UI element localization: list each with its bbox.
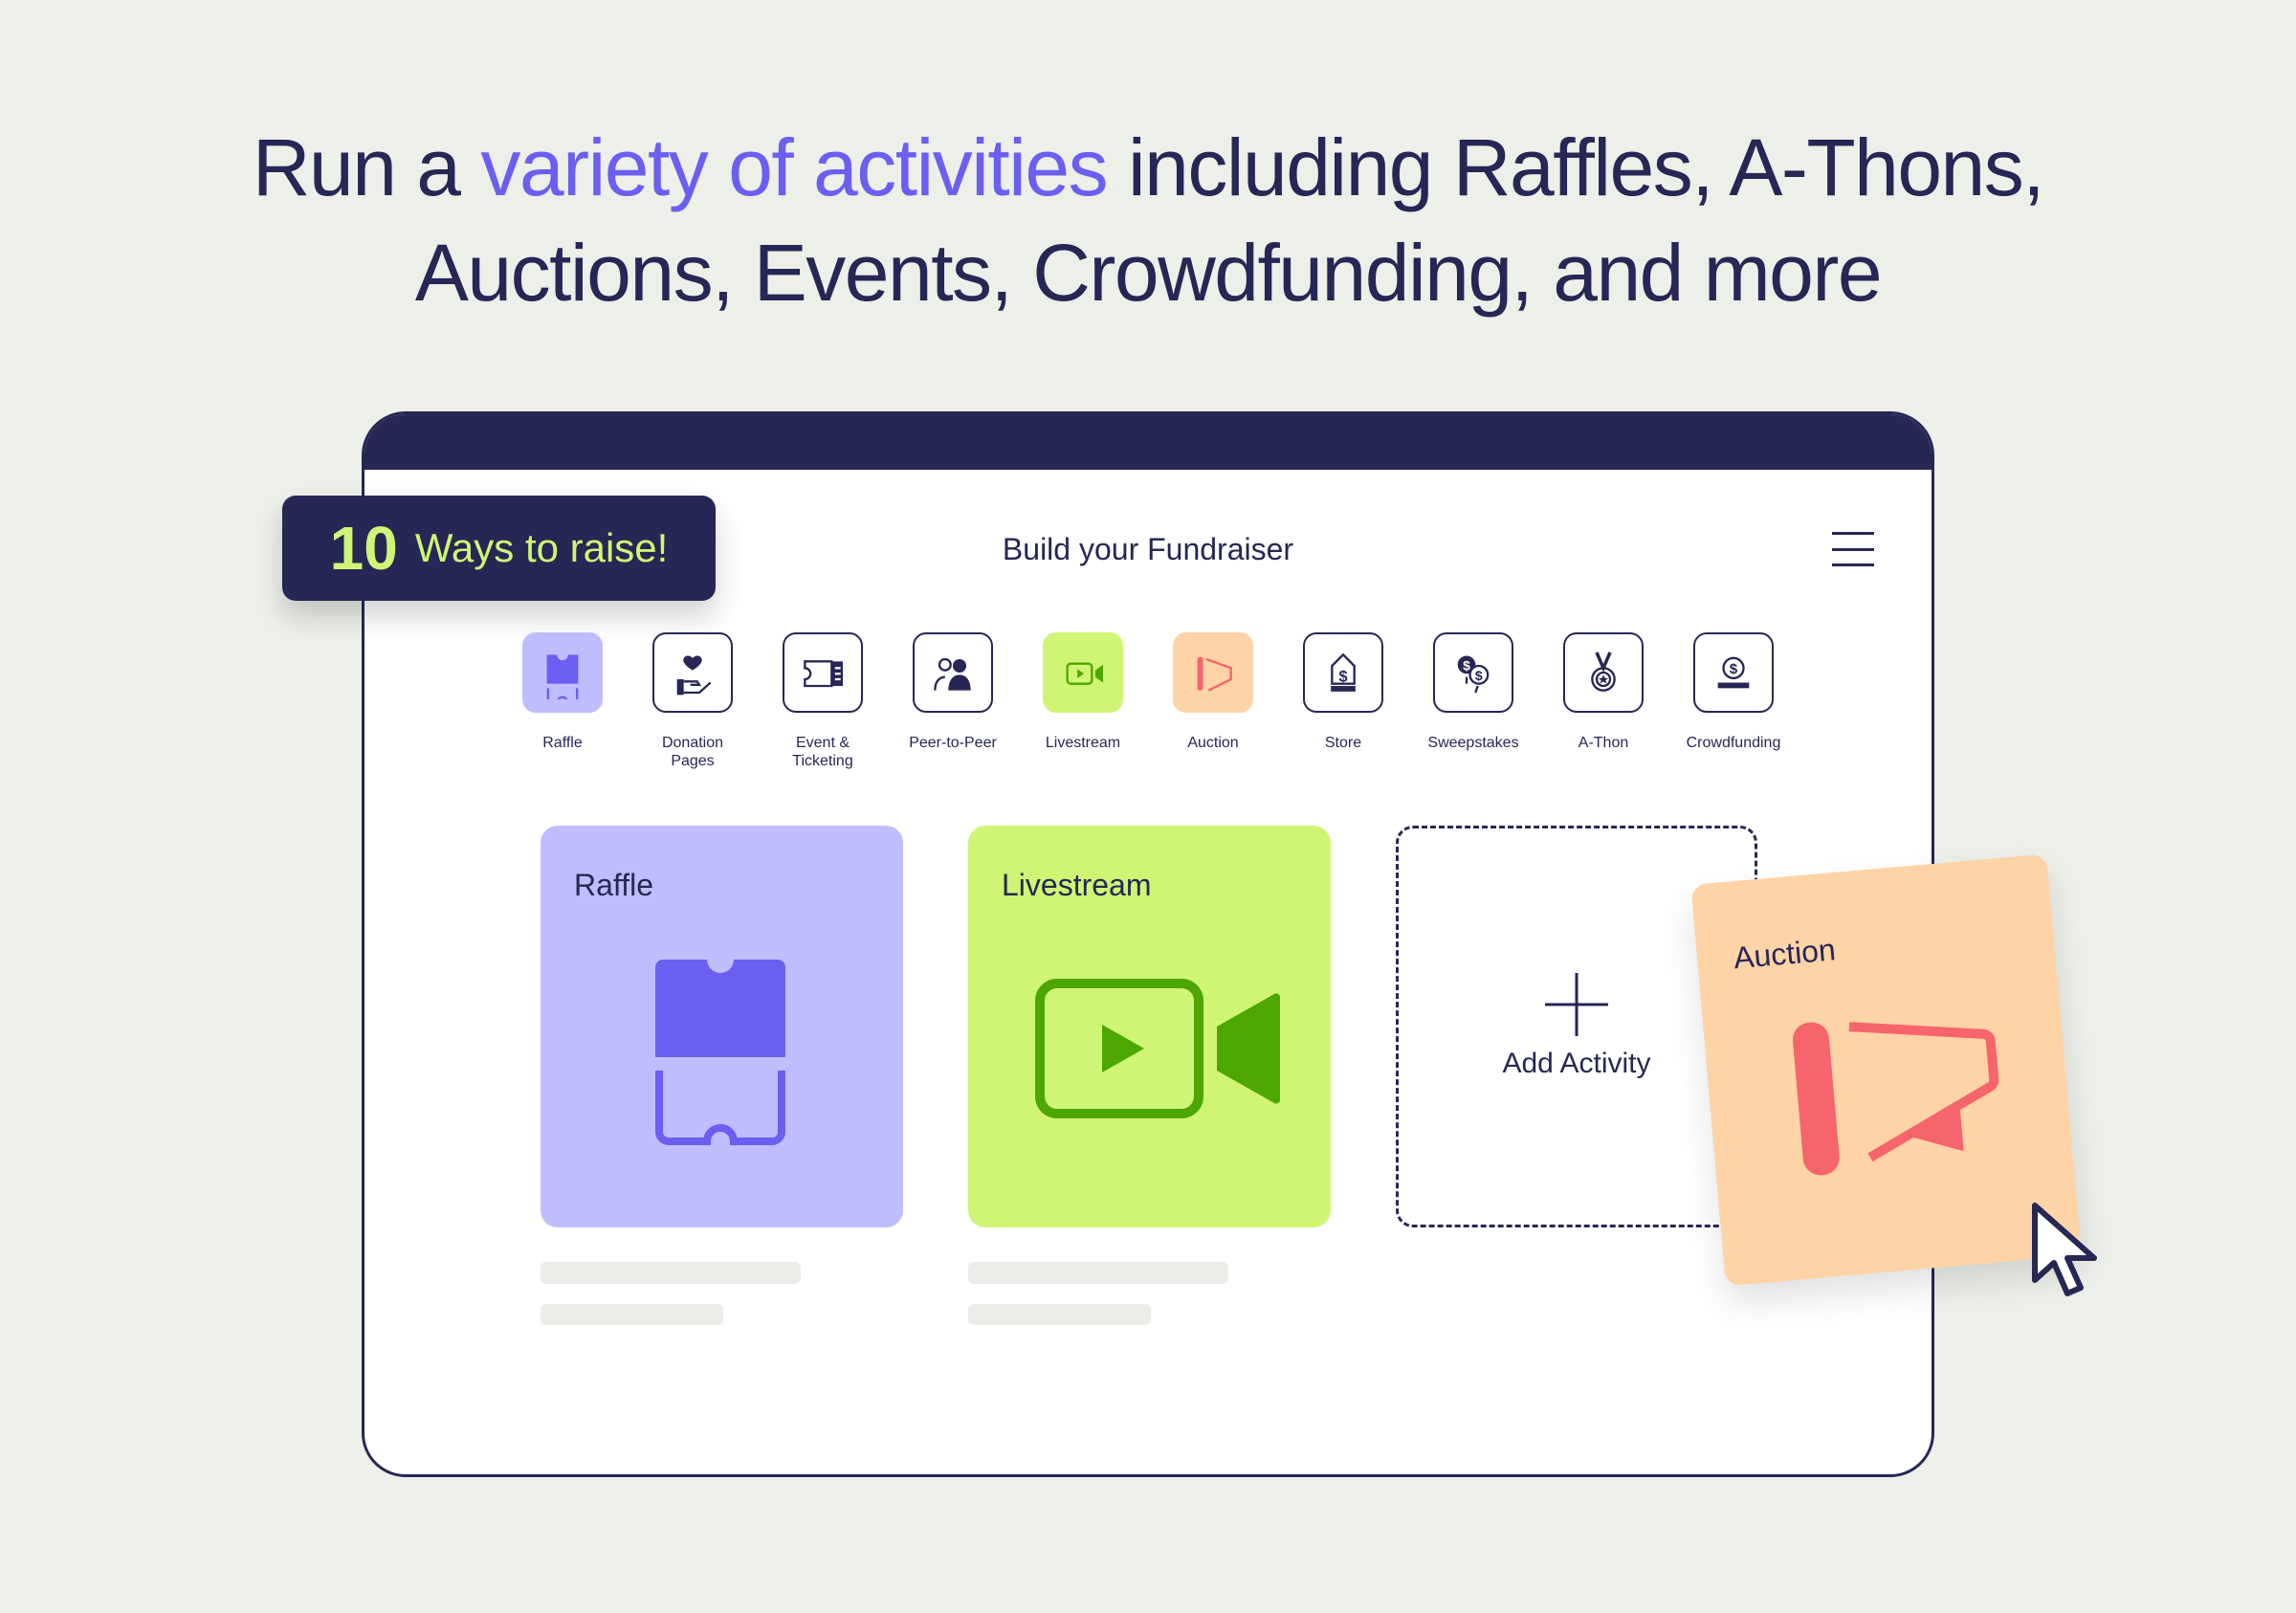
megaphone-icon bbox=[1197, 656, 1232, 692]
activity-tile[interactable] bbox=[1563, 632, 1644, 713]
activity-auction[interactable]: Auction bbox=[1148, 632, 1278, 770]
placeholder-line bbox=[968, 1262, 1228, 1284]
activity-tile[interactable] bbox=[1173, 632, 1253, 713]
activity-label: Sweepstakes bbox=[1427, 735, 1519, 751]
activity-livestream[interactable]: Livestream bbox=[1018, 632, 1148, 770]
activity-label: Donation Pages bbox=[661, 735, 724, 769]
activity-tile[interactable] bbox=[652, 632, 733, 713]
event-ticket-icon bbox=[804, 660, 843, 688]
activity-tile[interactable] bbox=[783, 632, 863, 713]
ticket-icon bbox=[546, 654, 579, 699]
price-tag-icon: $ bbox=[1331, 652, 1356, 692]
activity-peer-to-peer[interactable]: Peer-to-Peer bbox=[888, 632, 1018, 770]
video-camera-icon bbox=[1066, 662, 1103, 685]
ticket-icon bbox=[655, 960, 785, 1145]
svg-text:$: $ bbox=[1338, 668, 1347, 685]
activity-crowdfunding[interactable]: $ Crowdfunding bbox=[1668, 632, 1799, 770]
plus-icon bbox=[1545, 973, 1608, 1036]
activity-label: Raffle bbox=[542, 735, 583, 751]
activity-label: Livestream bbox=[1045, 735, 1121, 751]
svg-text:$: $ bbox=[1475, 668, 1483, 683]
card-title: Auction bbox=[1732, 932, 1838, 976]
activity-label: Crowdfunding bbox=[1686, 735, 1781, 751]
headline-accent: variety of activities bbox=[480, 122, 1108, 212]
headline-text: Run a bbox=[252, 122, 481, 212]
livestream-card[interactable]: Livestream bbox=[968, 826, 1331, 1227]
medal-icon bbox=[1591, 652, 1616, 692]
svg-text:$: $ bbox=[1730, 661, 1738, 677]
activity-picker: Raffle Donation Pages Event & Ticketing Pee… bbox=[497, 632, 1799, 770]
raffle-card[interactable]: Raffle bbox=[541, 826, 903, 1227]
activity-event-ticketing[interactable]: Event & Ticketing bbox=[758, 632, 888, 770]
headline-text: including Raffles, A-Thons, bbox=[1107, 122, 2045, 212]
window-titlebar bbox=[364, 414, 1932, 470]
activity-tile[interactable]: $ $ bbox=[1433, 632, 1513, 713]
activity-donation-pages[interactable]: Donation Pages bbox=[628, 632, 758, 770]
activity-label: A-Thon bbox=[1578, 735, 1629, 751]
video-camera-icon bbox=[1035, 979, 1281, 1118]
activity-label: Peer-to-Peer bbox=[909, 735, 997, 751]
activity-tile[interactable]: $ bbox=[1693, 632, 1774, 713]
card-title: Raffle bbox=[574, 868, 654, 902]
coins-icon: $$ bbox=[1457, 655, 1490, 694]
activity-a-thon[interactable]: A-Thon bbox=[1538, 632, 1668, 770]
svg-text:$: $ bbox=[1463, 658, 1470, 674]
headline-line2: Auctions, Events, Crowdfunding, and more bbox=[414, 228, 1883, 318]
card-title: Livestream bbox=[1002, 868, 1152, 902]
activity-tile[interactable] bbox=[1043, 632, 1123, 713]
activity-store[interactable]: $ Store bbox=[1278, 632, 1408, 770]
hand-heart-icon bbox=[676, 655, 712, 696]
placeholder-line bbox=[541, 1304, 723, 1325]
coin-stack-icon: $ bbox=[1717, 656, 1750, 689]
placeholder-line bbox=[541, 1262, 801, 1284]
add-activity-label: Add Activity bbox=[1502, 1048, 1651, 1079]
mouse-cursor-icon bbox=[2032, 1203, 2097, 1296]
activity-raffle[interactable]: Raffle bbox=[497, 632, 628, 770]
activity-label: Auction bbox=[1187, 735, 1239, 751]
page-title: Build your Fundraiser bbox=[1002, 532, 1294, 566]
people-icon bbox=[934, 657, 971, 691]
activity-tile[interactable]: $ bbox=[1303, 632, 1383, 713]
activity-tile[interactable] bbox=[522, 632, 603, 713]
activity-tile[interactable] bbox=[913, 632, 993, 713]
activity-label: Event & Ticketing bbox=[792, 735, 853, 769]
auction-card-dragging[interactable]: Auction bbox=[1690, 853, 2082, 1287]
megaphone-icon bbox=[1792, 1022, 1999, 1176]
headline: Run a variety of activities including Ra… bbox=[0, 115, 2296, 325]
activity-sweepstakes[interactable]: $ $ Sweepstakes bbox=[1408, 632, 1538, 770]
activity-label: Store bbox=[1324, 735, 1362, 751]
hamburger-icon[interactable] bbox=[1832, 532, 1874, 566]
placeholder-line bbox=[968, 1304, 1151, 1325]
